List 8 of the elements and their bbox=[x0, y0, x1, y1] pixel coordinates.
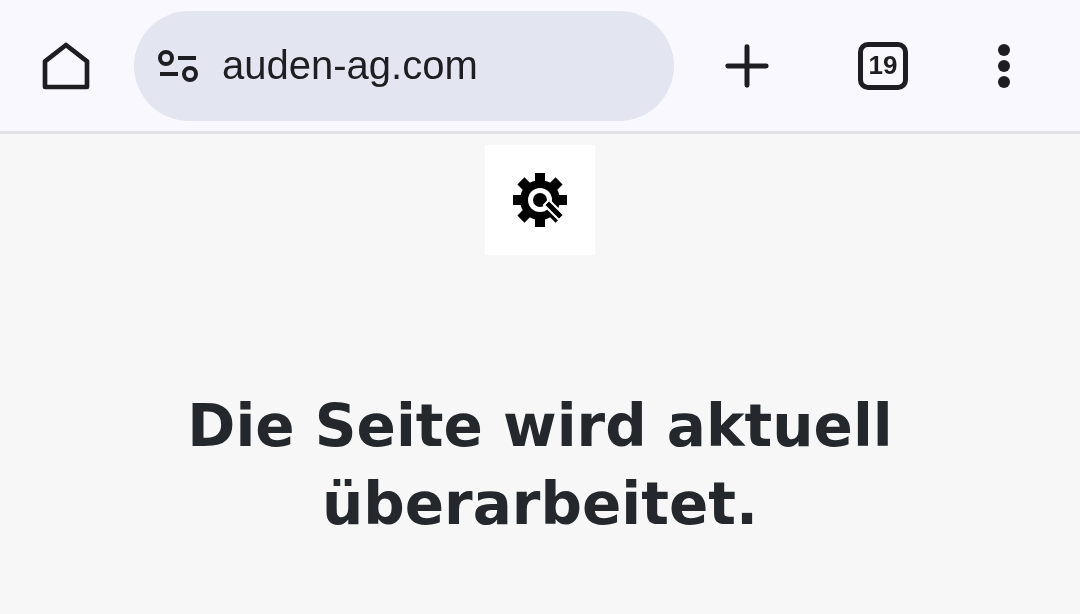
new-tab-button[interactable] bbox=[724, 42, 770, 89]
site-settings-icon[interactable] bbox=[156, 47, 200, 84]
menu-button[interactable] bbox=[996, 42, 1012, 89]
gear-wrench-icon bbox=[511, 171, 569, 229]
address-bar[interactable]: auden-ag.com bbox=[134, 10, 674, 121]
page-heading: Die Seite wird aktuell überarbeitet. bbox=[186, 391, 894, 540]
tab-count-button[interactable]: 19 bbox=[858, 41, 908, 90]
url-text: auden-ag.com bbox=[222, 43, 478, 88]
